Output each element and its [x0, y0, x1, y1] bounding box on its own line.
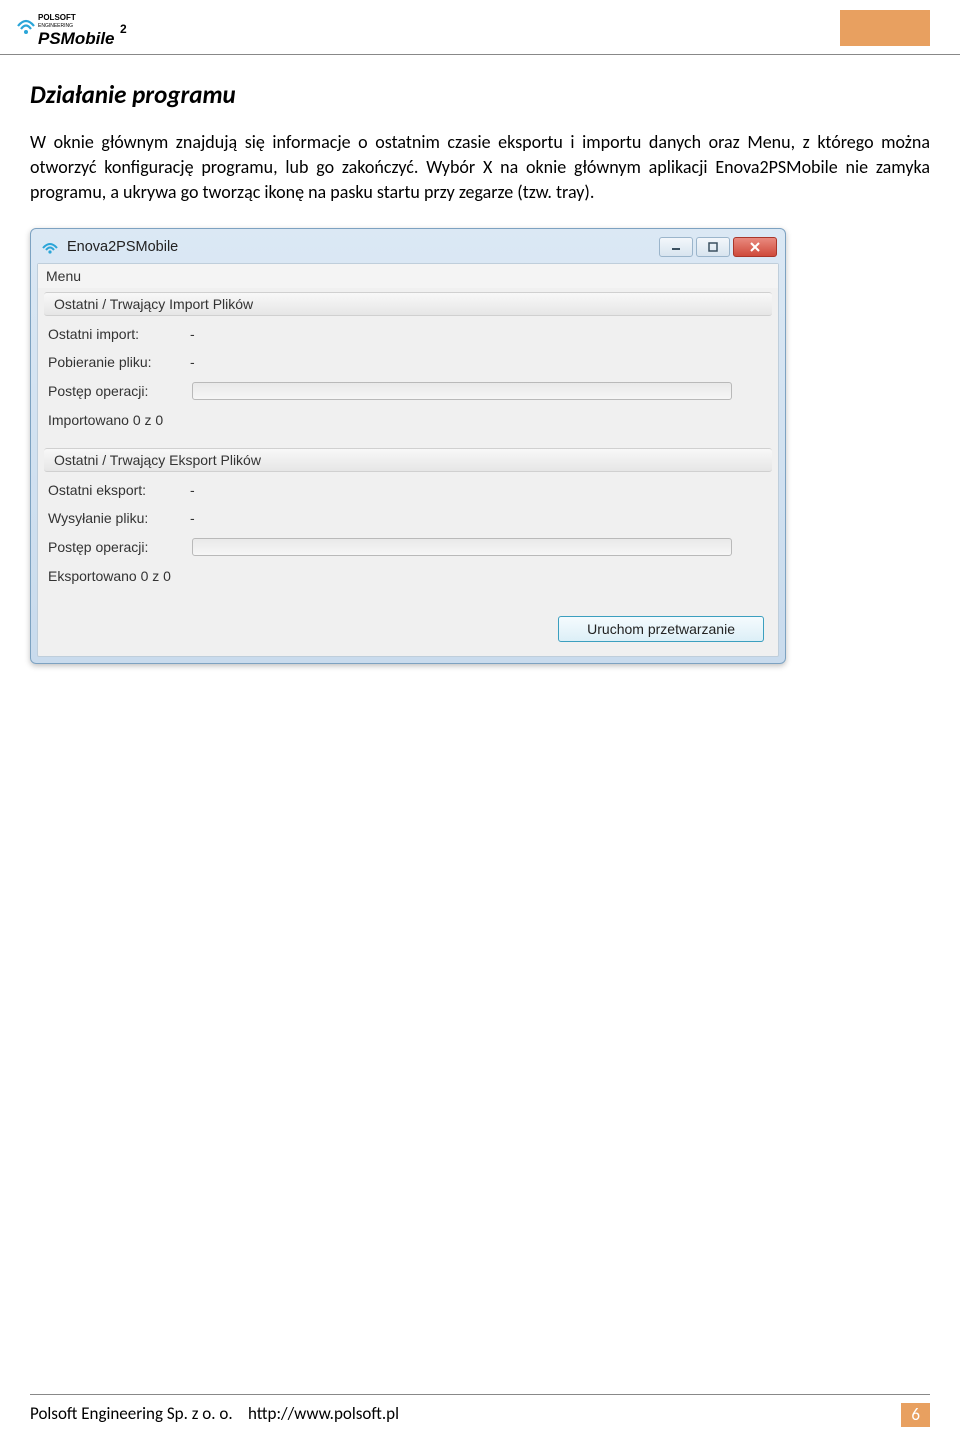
value-last-import: -: [190, 326, 195, 342]
import-progress-bar: [192, 382, 732, 400]
label-import-progress: Postęp operacji:: [48, 383, 190, 399]
section-title: Działanie programu: [30, 79, 930, 110]
svg-text:PSMobile: PSMobile: [38, 29, 115, 48]
close-icon: [749, 241, 761, 253]
menu-bar: Menu: [38, 264, 778, 288]
label-last-import: Ostatni import:: [48, 326, 190, 342]
label-last-export: Ostatni eksport:: [48, 482, 190, 498]
page-footer: Polsoft Engineering Sp. z o. o. http://w…: [30, 1394, 930, 1427]
maximize-icon: [708, 242, 718, 252]
logo-top: POLSOFT: [38, 13, 76, 22]
maximize-button[interactable]: [696, 237, 730, 257]
section-paragraph: W oknie głównym znajdują się informacje …: [30, 130, 930, 206]
logo: POLSOFT ENGINEERING PSMobile 2: [16, 10, 136, 48]
value-download-file: -: [190, 354, 195, 370]
run-processing-button[interactable]: Uruchom przetwarzanie: [558, 616, 764, 642]
page-number: 6: [901, 1403, 930, 1427]
svg-text:2: 2: [120, 22, 127, 36]
label-send-file: Wysyłanie pliku:: [48, 510, 190, 526]
value-send-file: -: [190, 510, 195, 526]
app-icon: [41, 238, 59, 256]
label-download-file: Pobieranie pliku:: [48, 354, 190, 370]
window-title: Enova2PSMobile: [67, 239, 178, 255]
minimize-button[interactable]: [659, 237, 693, 257]
header-accent-box: [840, 10, 930, 46]
window-controls: [659, 237, 777, 257]
footer-company: Polsoft Engineering Sp. z o. o.: [30, 1403, 233, 1424]
close-button[interactable]: [733, 237, 777, 257]
import-count: Importowano 0 z 0: [48, 412, 163, 428]
export-progress-bar: [192, 538, 732, 556]
group-header-export: Ostatni / Trwający Eksport Plików: [44, 448, 772, 472]
minimize-icon: [671, 242, 681, 252]
export-count: Eksportowano 0 z 0: [48, 568, 171, 584]
menu-item-menu[interactable]: Menu: [46, 268, 81, 284]
label-export-progress: Postęp operacji:: [48, 539, 190, 555]
wifi-icon: POLSOFT ENGINEERING PSMobile 2: [16, 10, 136, 48]
window-body: Menu Ostatni / Trwający Import Plików Os…: [37, 263, 779, 657]
group-header-import: Ostatni / Trwający Import Plików: [44, 292, 772, 316]
value-last-export: -: [190, 482, 195, 498]
page-header: POLSOFT ENGINEERING PSMobile 2: [0, 0, 960, 55]
footer-url: http://www.polsoft.pl: [248, 1403, 399, 1424]
window-titlebar: Enova2PSMobile: [37, 235, 779, 263]
app-window: Enova2PSMobile Menu Ostatni / Trwający I…: [30, 228, 786, 664]
